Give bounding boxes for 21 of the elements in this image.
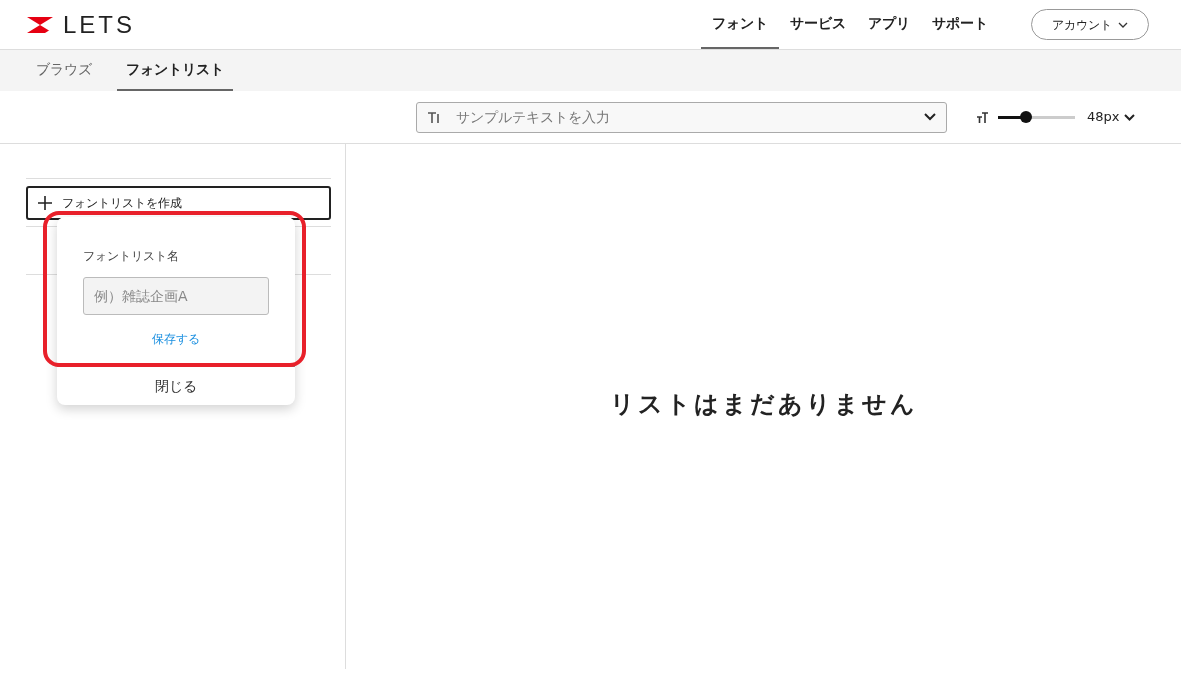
nav-tab[interactable]: アプリ [857,0,921,49]
sample-text-input[interactable]: サンプルテキストを入力 [456,106,924,128]
close-button[interactable]: 閉じる [57,366,295,405]
plus-icon [38,196,52,210]
save-link[interactable]: 保存する [152,330,200,348]
text-cursor-icon [427,110,440,124]
chevron-down-icon [924,113,936,121]
logo-icon [27,16,53,33]
subnav-tab[interactable]: ブラウズ [27,50,101,91]
size-dropdown[interactable]: 48px [1087,107,1135,127]
nav-tab[interactable]: サービス [779,0,857,49]
list-name-field[interactable]: 例）雑誌企画A [83,277,269,315]
chevron-down-icon [1123,113,1135,121]
empty-message: リストはまだありません [609,388,918,420]
text-size-icon [977,111,988,123]
field-label: フォントリスト名 [83,248,180,265]
subnav-tab[interactable]: フォントリスト [117,50,233,91]
chevron-down-icon [1118,21,1128,28]
sample-text-dropdown[interactable]: サンプルテキストを入力 [416,101,947,133]
logo-text[interactable]: LETS [63,12,136,37]
nav-tab[interactable]: サポート [921,0,999,49]
